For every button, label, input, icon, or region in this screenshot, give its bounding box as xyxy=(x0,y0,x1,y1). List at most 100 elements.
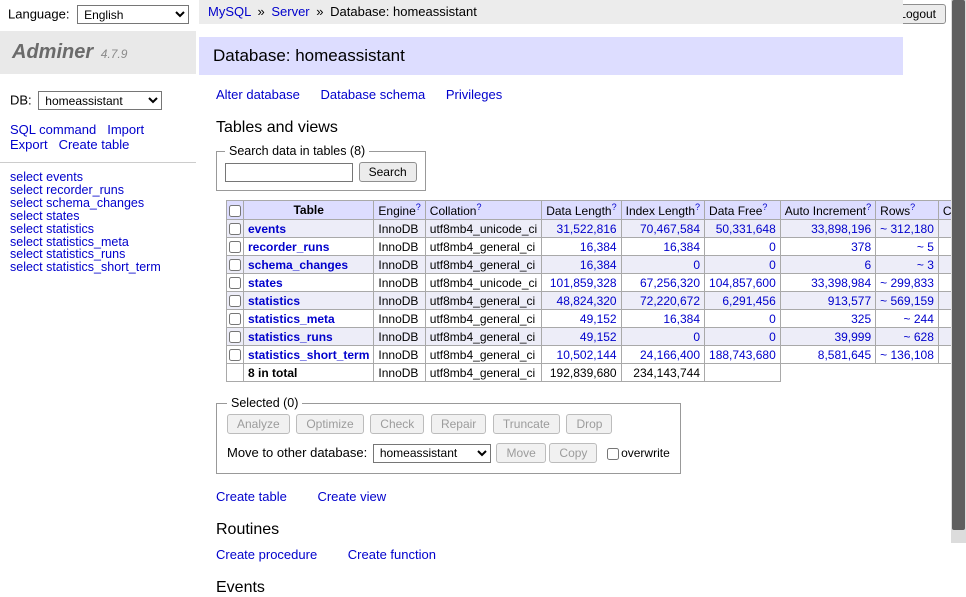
table-name-link[interactable]: statistics_short_term xyxy=(248,348,369,362)
data-length-link[interactable]: 101,859,328 xyxy=(550,276,617,290)
sidebar-item-select-statistics-short-term[interactable]: select statistics_short_term xyxy=(10,261,186,274)
row-checkbox[interactable] xyxy=(229,259,241,271)
sidebar-item-select-states[interactable]: select states xyxy=(10,210,186,223)
data-free-link[interactable]: 104,857,600 xyxy=(709,276,776,290)
sidebar-link-export[interactable]: Export xyxy=(10,137,48,152)
vertical-scrollbar-thumb[interactable] xyxy=(952,0,965,530)
index-length-link[interactable]: 0 xyxy=(693,330,700,344)
index-length-link[interactable]: 16,384 xyxy=(663,240,700,254)
table-name-link[interactable]: states xyxy=(248,276,283,290)
language-select[interactable]: English xyxy=(77,5,189,24)
data-free-link[interactable]: 0 xyxy=(769,312,776,326)
data-length-link[interactable]: 48,824,320 xyxy=(557,294,617,308)
help-icon[interactable]: ? xyxy=(416,202,421,212)
sidebar-link-sql-command[interactable]: SQL command xyxy=(10,122,96,137)
privileges-link[interactable]: Privileges xyxy=(446,87,502,102)
sidebar-item-select-events[interactable]: select events xyxy=(10,171,186,184)
sidebar-link-create-table[interactable]: Create table xyxy=(59,137,130,152)
analyze-button[interactable]: Analyze xyxy=(227,414,290,434)
create-procedure-link[interactable]: Create procedure xyxy=(216,547,317,562)
select-all-checkbox[interactable] xyxy=(229,205,241,217)
alter-database-link[interactable]: Alter database xyxy=(216,87,300,102)
data-length-link[interactable]: 16,384 xyxy=(580,240,617,254)
table-name-link[interactable]: schema_changes xyxy=(248,258,348,272)
index-length-link[interactable]: 16,384 xyxy=(663,312,700,326)
data-free-link[interactable]: 6,291,456 xyxy=(722,294,775,308)
data-length-link[interactable]: 49,152 xyxy=(580,330,617,344)
row-checkbox[interactable] xyxy=(229,241,241,253)
move-db-select[interactable]: homeassistant xyxy=(373,444,491,463)
data-free-link[interactable]: 0 xyxy=(769,240,776,254)
rows-count-link[interactable]: ~ 5 xyxy=(917,240,934,254)
breadcrumb-server[interactable]: Server xyxy=(271,4,309,19)
auto-increment-link[interactable]: 913,577 xyxy=(828,294,871,308)
help-icon[interactable]: ? xyxy=(695,202,700,212)
sidebar-link-import[interactable]: Import xyxy=(107,122,144,137)
data-length-link[interactable]: 16,384 xyxy=(580,258,617,272)
breadcrumb-mysql[interactable]: MySQL xyxy=(208,4,251,19)
sidebar-item-select-recorder-runs[interactable]: select recorder_runs xyxy=(10,184,186,197)
data-free-link[interactable]: 188,743,680 xyxy=(709,348,776,362)
truncate-button[interactable]: Truncate xyxy=(493,414,560,434)
auto-increment-link[interactable]: 378 xyxy=(851,240,871,254)
index-length-link[interactable]: 24,166,400 xyxy=(640,348,700,362)
search-input[interactable] xyxy=(225,163,353,182)
overwrite-checkbox[interactable] xyxy=(607,448,619,460)
auto-increment-link[interactable]: 6 xyxy=(864,258,871,272)
create-view-link[interactable]: Create view xyxy=(317,489,386,504)
vertical-scrollbar-track[interactable] xyxy=(951,0,966,543)
row-checkbox[interactable] xyxy=(229,349,241,361)
data-length-link[interactable]: 31,522,816 xyxy=(557,222,617,236)
search-button[interactable]: Search xyxy=(359,162,417,182)
table-name-link[interactable]: statistics_meta xyxy=(248,312,335,326)
auto-increment-link[interactable]: 33,898,196 xyxy=(811,222,871,236)
sidebar-item-select-statistics[interactable]: select statistics xyxy=(10,223,186,236)
data-free-link[interactable]: 0 xyxy=(769,258,776,272)
db-select[interactable]: homeassistant xyxy=(38,91,162,110)
table-name-link[interactable]: statistics_runs xyxy=(248,330,333,344)
data-length-link[interactable]: 49,152 xyxy=(580,312,617,326)
row-checkbox[interactable] xyxy=(229,277,241,289)
drop-button[interactable]: Drop xyxy=(566,414,612,434)
table-name-link[interactable]: events xyxy=(248,222,286,236)
help-icon[interactable]: ? xyxy=(762,202,767,212)
rows-count-link[interactable]: ~ 569,159 xyxy=(880,294,934,308)
database-schema-link[interactable]: Database schema xyxy=(320,87,425,102)
table-name-link[interactable]: statistics xyxy=(248,294,300,308)
rows-count-link[interactable]: ~ 136,108 xyxy=(880,348,934,362)
create-function-link[interactable]: Create function xyxy=(348,547,436,562)
auto-increment-link[interactable]: 325 xyxy=(851,312,871,326)
data-length-link[interactable]: 10,502,144 xyxy=(557,348,617,362)
auto-increment-link[interactable]: 39,999 xyxy=(834,330,871,344)
index-length-link[interactable]: 0 xyxy=(693,258,700,272)
optimize-button[interactable]: Optimize xyxy=(296,414,363,434)
help-icon[interactable]: ? xyxy=(866,202,871,212)
sidebar-item-select-schema-changes[interactable]: select schema_changes xyxy=(10,197,186,210)
rows-count-link[interactable]: ~ 312,180 xyxy=(880,222,934,236)
row-checkbox[interactable] xyxy=(229,223,241,235)
row-checkbox[interactable] xyxy=(229,295,241,307)
auto-increment-link[interactable]: 8,581,645 xyxy=(818,348,871,362)
table-name-link[interactable]: recorder_runs xyxy=(248,240,329,254)
check-button[interactable]: Check xyxy=(370,414,424,434)
row-checkbox-cell xyxy=(227,310,244,328)
help-icon[interactable]: ? xyxy=(476,202,481,212)
repair-button[interactable]: Repair xyxy=(431,414,486,434)
rows-count-link[interactable]: ~ 244 xyxy=(904,312,934,326)
index-length-link[interactable]: 70,467,584 xyxy=(640,222,700,236)
rows-count-link[interactable]: ~ 3 xyxy=(917,258,934,272)
index-length-link[interactable]: 72,220,672 xyxy=(640,294,700,308)
help-icon[interactable]: ? xyxy=(612,202,617,212)
move-button[interactable]: Move xyxy=(496,443,545,463)
data-free-link[interactable]: 0 xyxy=(769,330,776,344)
create-table-link[interactable]: Create table xyxy=(216,489,287,504)
help-icon[interactable]: ? xyxy=(910,202,915,212)
auto-increment-link[interactable]: 33,398,984 xyxy=(811,276,871,290)
rows-count-link[interactable]: ~ 628 xyxy=(904,330,934,344)
data-free-link[interactable]: 50,331,648 xyxy=(716,222,776,236)
rows-count-link[interactable]: ~ 299,833 xyxy=(880,276,934,290)
row-checkbox[interactable] xyxy=(229,331,241,343)
row-checkbox[interactable] xyxy=(229,313,241,325)
copy-button[interactable]: Copy xyxy=(549,443,597,463)
index-length-link[interactable]: 67,256,320 xyxy=(640,276,700,290)
